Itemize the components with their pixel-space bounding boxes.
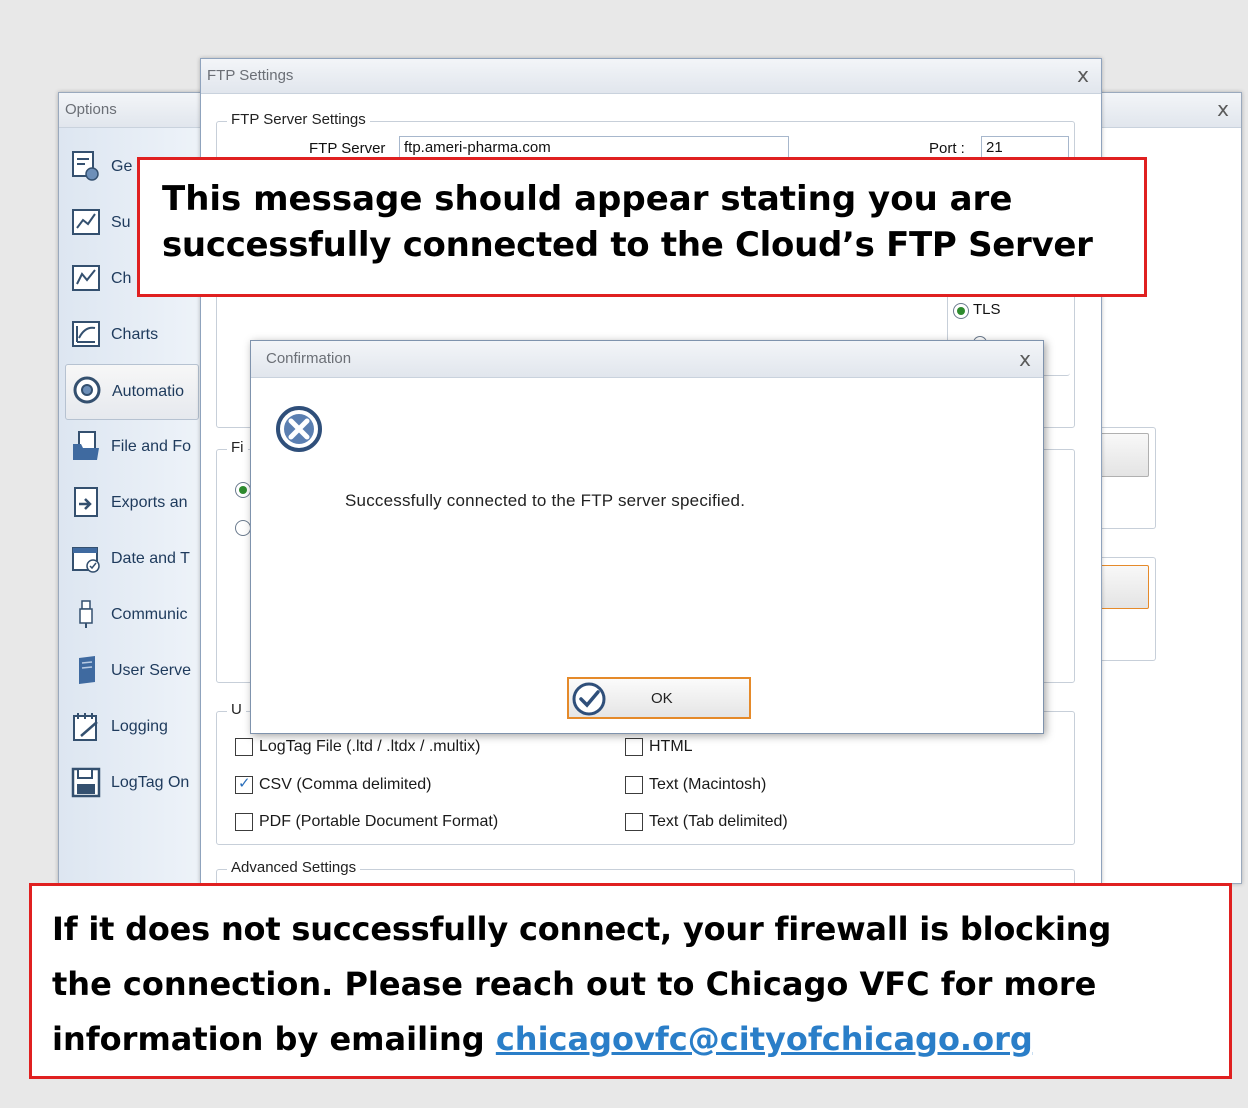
sidebar-item-label: File and Fo [111,438,192,455]
confirmation-titlebar: Confirmation x [251,341,1043,378]
options-title: Options [65,101,117,118]
sidebar-item-label: Ch [111,270,132,287]
callout-top-line-2: successfully connected to the Cloud’s FT… [162,225,1093,265]
file-group-label: Fi [227,439,248,456]
ok-button[interactable]: OK [567,677,751,719]
callout-bottom: If it does not successfully connect, you… [29,883,1232,1079]
sidebar-item-label: Automatio [112,383,185,400]
charts-icon [72,321,100,347]
chart-icon [72,265,100,291]
ftp-close-icon[interactable]: x [1077,63,1089,87]
upload-option-label: HTML [649,738,693,755]
sidebar-item-label: Charts [111,326,159,343]
ftp-titlebar: FTP Settings x [201,59,1101,94]
sidebar-item-automation[interactable]: Automatio [65,364,199,420]
upload-option-label: PDF (Portable Document Format) [259,813,499,830]
callout-bottom-line-2: the connection. Please reach out to Chic… [52,965,1097,1003]
automation-icon [73,376,101,404]
error-circle-x-icon [276,406,322,452]
file-option-radio-2[interactable] [235,520,251,536]
server-icon [79,656,95,684]
upload-option-label: Text (Tab delimited) [649,813,788,830]
checkbox-logtag-file[interactable] [235,738,253,756]
upload-option-label: LogTag File (.ltd / .ltdx / .multix) [259,738,481,755]
callout-bottom-prefix: information by emailing [52,1020,496,1058]
callout-top: This message should appear stating you a… [137,157,1147,297]
upload-group-label: U [227,701,246,718]
options-ghost-button-2[interactable] [1099,565,1149,609]
sidebar-item-label: Exports an [111,494,188,511]
checkbox-pdf[interactable] [235,813,253,831]
check-circle-icon [572,682,606,716]
upload-option-label: CSV (Comma delimited) [259,776,432,793]
sidebar-item-label: Communic [111,606,188,623]
sidebar-item-date-time[interactable]: Date and T [65,534,197,584]
sidebar-item-charts[interactable]: Charts [65,310,197,360]
checkbox-html[interactable] [625,738,643,756]
logging-icon [73,713,98,741]
summary-chart-icon [72,209,100,235]
options-close-icon[interactable]: x [1217,97,1229,121]
checkbox-text-mac[interactable] [625,776,643,794]
sidebar-item-label: Ge [111,158,133,175]
ftp-server-group-label: FTP Server Settings [227,111,370,128]
ftp-server-label: FTP Server [309,140,386,157]
calendar-icon [72,547,100,573]
sidebar-item-label: Date and T [111,550,190,567]
advanced-group-label: Advanced Settings [227,859,361,876]
sidebar-item-user-server[interactable]: User Serve [65,646,197,696]
callout-bottom-line-1: If it does not successfully connect, you… [52,910,1112,948]
usb-icon [79,600,93,628]
email-link[interactable]: chicagovfc@cityofchicago.org [496,1020,1033,1058]
sidebar-item-exports[interactable]: Exports an [65,478,197,528]
slide-background: Options x Ge Su Ch Charts Automatio File… [0,0,1248,1108]
sidebar-item-file-folder[interactable]: File and Fo [65,422,197,472]
checkbox-csv[interactable]: ✓ [235,774,253,794]
checkmark-icon: ✓ [238,774,251,792]
sidebar-item-communication[interactable]: Communic [65,590,197,640]
sidebar-item-label: Logging [111,718,168,735]
confirmation-close-icon[interactable]: x [1019,347,1031,371]
sidebar-item-logtag-online[interactable]: LogTag On [65,758,197,808]
port-label: Port : [929,140,965,157]
export-icon [74,487,98,517]
ftp-title: FTP Settings [207,67,294,84]
ok-button-label: OK [651,690,673,707]
sidebar-item-logging[interactable]: Logging [65,702,197,752]
upload-option-label: Text (Macintosh) [649,776,767,793]
callout-top-line-1: This message should appear stating you a… [162,179,1013,219]
confirmation-dialog: Confirmation x Successfully connected to… [250,340,1044,734]
options-ghost-button-1[interactable] [1099,433,1149,477]
confirmation-message: Successfully connected to the FTP server… [345,491,746,510]
sidebar-item-label: LogTag On [111,774,190,791]
file-option-radio-1[interactable] [235,482,251,498]
file-folder-icon [73,431,99,460]
checkbox-text-tab[interactable] [625,813,643,831]
save-disk-icon [71,767,101,798]
sidebar-item-label: User Serve [111,662,192,679]
confirmation-title: Confirmation [266,350,352,367]
general-settings-icon [72,151,99,181]
sidebar-item-label: Su [111,214,131,231]
callout-bottom-line-3: information by emailing chicagovfc@cityo… [52,1012,1229,1067]
